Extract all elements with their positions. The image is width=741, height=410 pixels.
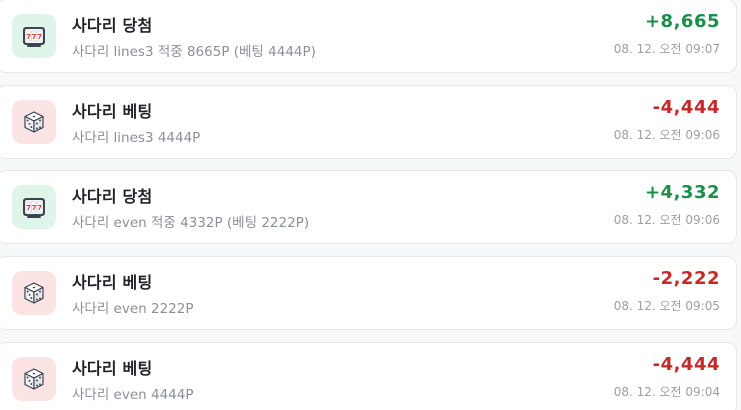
transaction-description: 사다리 even 2222P (72, 301, 194, 317)
transaction-timestamp: 08. 12. 오전 09:06 (613, 213, 720, 227)
svg-text:7: 7 (26, 33, 31, 41)
transaction-item[interactable]: 7 7 7 사다리 당첨사다리 even 적중 4332P (베팅 2222P)… (0, 170, 737, 244)
transaction-title: 사다리 베팅 (72, 273, 153, 292)
transaction-title: 사다리 베팅 (72, 359, 153, 378)
svg-text:7: 7 (37, 33, 42, 41)
transaction-title: 사다리 베팅 (72, 102, 153, 121)
transaction-timestamp: 08. 12. 오전 09:04 (613, 385, 720, 399)
transaction-timestamp: 08. 12. 오전 09:05 (613, 299, 720, 313)
svg-text:7: 7 (32, 204, 37, 212)
dice-icon (12, 357, 56, 401)
transaction-item[interactable]: 7 7 7 사다리 당첨사다리 lines3 적중 8665P (베팅 4444… (0, 0, 737, 73)
transaction-item[interactable]: 사다리 베팅사다리 even 2222P -2,222 08. 12. 오전 09:… (0, 256, 737, 330)
transaction-description: 사다리 lines3 4444P (72, 130, 201, 146)
dice-icon (12, 271, 56, 315)
transaction-title: 사다리 당첨 (72, 187, 153, 206)
transaction-title: 사다리 당첨 (72, 16, 153, 35)
svg-text:7: 7 (37, 204, 42, 212)
transaction-item[interactable]: 사다리 베팅사다리 even 4444P -4,444 08. 12. 오전 09:… (0, 342, 737, 410)
transaction-amount: +4,332 (644, 182, 720, 203)
transaction-amount: -2,222 (652, 268, 720, 289)
transaction-item[interactable]: 사다리 베팅사다리 lines3 4444P -4,444 08. 12. 오전 0… (0, 85, 737, 159)
transaction-timestamp: 08. 12. 오전 09:06 (613, 128, 720, 142)
transaction-amount: +8,665 (644, 11, 720, 32)
transaction-timestamp: 08. 12. 오전 09:07 (613, 42, 720, 56)
transaction-amount: -4,444 (652, 97, 720, 118)
svg-text:7: 7 (26, 204, 31, 212)
transaction-list: 7 7 7 사다리 당첨사다리 lines3 적중 8665P (베팅 4444… (0, 0, 741, 410)
transaction-description: 사다리 even 4444P (72, 387, 194, 403)
svg-text:7: 7 (32, 33, 37, 41)
dice-icon (12, 100, 56, 144)
slot-machine-icon: 7 7 7 (12, 14, 56, 58)
transaction-description: 사다리 lines3 적중 8665P (베팅 4444P) (72, 44, 316, 60)
slot-machine-icon: 7 7 7 (12, 185, 56, 229)
transaction-amount: -4,444 (652, 354, 720, 375)
transaction-description: 사다리 even 적중 4332P (베팅 2222P) (72, 215, 310, 231)
